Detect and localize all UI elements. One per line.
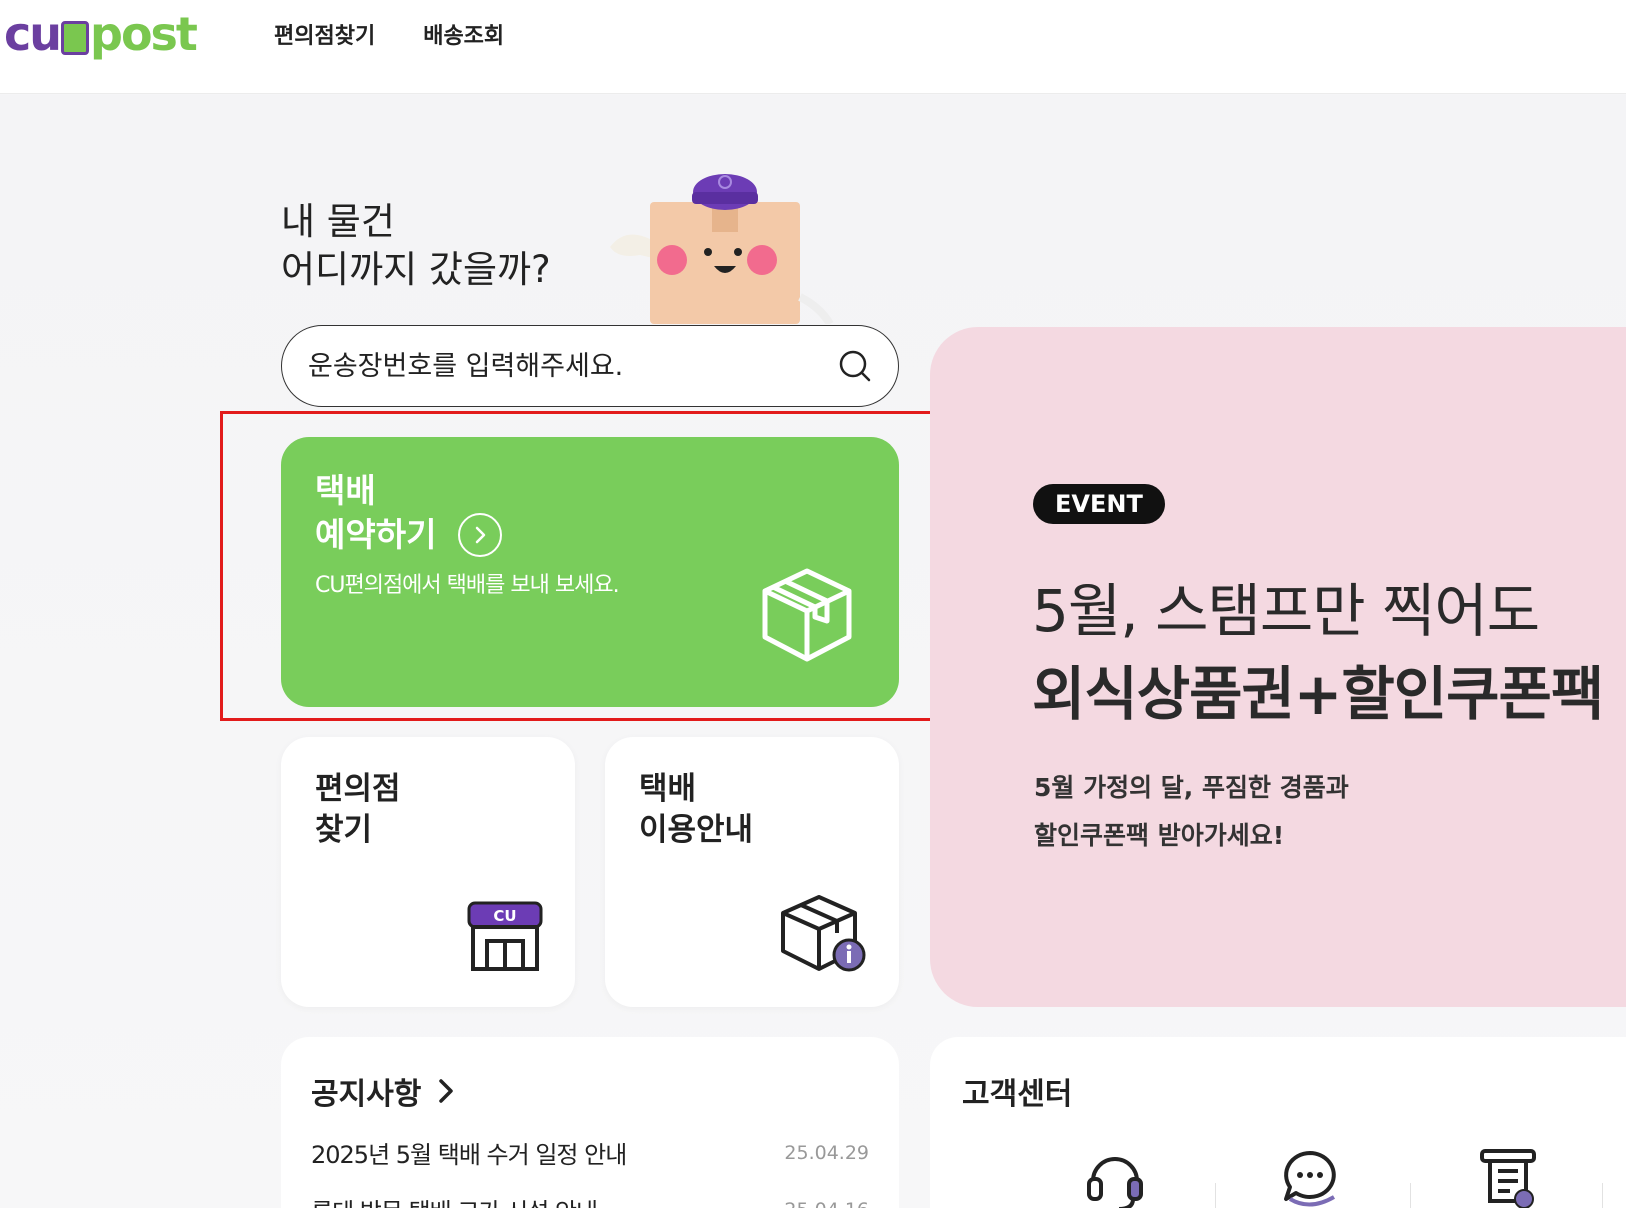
box-character-illustration: [610, 174, 834, 324]
headset-icon[interactable]: [1085, 1147, 1145, 1208]
parcel-box-icon: [762, 568, 852, 662]
search-icon[interactable]: [838, 349, 872, 383]
customer-center-panel: 고객센터: [930, 1037, 1626, 1208]
header: cu post 편의점찾기 배송조회: [0, 0, 1626, 94]
chevron-right-icon[interactable]: [437, 1077, 455, 1105]
event-desc-line2: 할인쿠폰팩 받아가세요!: [1034, 821, 1285, 850]
notice-item-text: 롯데 방문 택배 고가 시설 안내: [311, 1192, 598, 1208]
tracking-search-bar: [281, 325, 899, 407]
notice-title: 공지사항: [311, 1077, 422, 1112]
chevron-right-icon[interactable]: [458, 513, 503, 557]
hero-title: 내 물건 어디까지 갔을까?: [281, 198, 551, 294]
hero-title-line1: 내 물건: [281, 200, 395, 243]
notice-item-date: 25.04.29: [784, 1141, 869, 1164]
customer-center-icons: [930, 1147, 1626, 1208]
notice-header[interactable]: 공지사항: [311, 1069, 869, 1113]
box-info-icon: [781, 895, 866, 972]
receipt-icon[interactable]: [1478, 1147, 1538, 1208]
reserve-title-line1: 택배: [315, 471, 376, 510]
find-store-title-line2: 찾기: [315, 812, 373, 848]
divider: [1215, 1183, 1216, 1208]
event-desc-line1: 5월 가정의 달, 푸짐한 경품과: [1034, 773, 1349, 802]
notice-panel: 공지사항 2025년 5월 택배 수거 일정 안내 25.04.29 롯데 방문…: [281, 1037, 899, 1208]
chat-bubble-icon[interactable]: [1280, 1147, 1340, 1208]
logo-cu: cu: [4, 7, 62, 61]
logo-post: post: [90, 7, 198, 61]
divider: [1602, 1183, 1603, 1208]
logo-mascot-icon: [61, 21, 90, 55]
notice-item[interactable]: 2025년 5월 택배 수거 일정 안내 25.04.29: [311, 1135, 869, 1170]
customer-center-title: 고객센터: [962, 1077, 1073, 1112]
cupost-logo[interactable]: cu post: [4, 6, 198, 62]
find-store-title-line1: 편의점: [315, 771, 401, 807]
event-headline-line1: 5월, 스탬프만 찍어도: [1032, 577, 1540, 645]
reserve-delivery-card[interactable]: 택배 예약하기 CU편의점에서 택배를 보내 보세요.: [281, 437, 899, 707]
delivery-guide-title-line2: 이용안내: [639, 812, 754, 848]
main-nav: 편의점찾기 배송조회: [274, 18, 504, 50]
nav-track-delivery[interactable]: 배송조회: [423, 18, 504, 50]
cu-store-icon: CU: [467, 901, 543, 971]
notice-item-date: 25.04.16: [784, 1199, 869, 1208]
tracking-number-input[interactable]: [308, 350, 838, 382]
delivery-guide-title-line1: 택배: [639, 771, 697, 807]
event-description: 5월 가정의 달, 푸짐한 경품과 할인쿠폰팩 받아가세요!: [1034, 764, 1349, 860]
delivery-guide-card[interactable]: 택배 이용안내: [605, 737, 899, 1007]
event-badge: EVENT: [1033, 484, 1165, 524]
event-banner[interactable]: EVENT 5월, 스탬프만 찍어도 외식상품권+할인쿠폰팩 5월 가정의 달,…: [930, 327, 1626, 1007]
divider: [1410, 1183, 1411, 1208]
hero-title-line2: 어디까지 갔을까?: [281, 248, 551, 291]
find-store-card[interactable]: 편의점 찾기 CU: [281, 737, 575, 1007]
notice-item-text: 2025년 5월 택배 수거 일정 안내: [311, 1141, 627, 1169]
nav-find-store[interactable]: 편의점찾기: [274, 18, 375, 50]
event-headline-line2: 외식상품권+할인쿠폰팩: [1032, 660, 1604, 728]
notice-item[interactable]: 롯데 방문 택배 고가 시설 안내 25.04.16: [311, 1192, 869, 1208]
cu-sign-text: CU: [493, 907, 516, 925]
reserve-title-line2: 예약하기: [315, 515, 437, 554]
